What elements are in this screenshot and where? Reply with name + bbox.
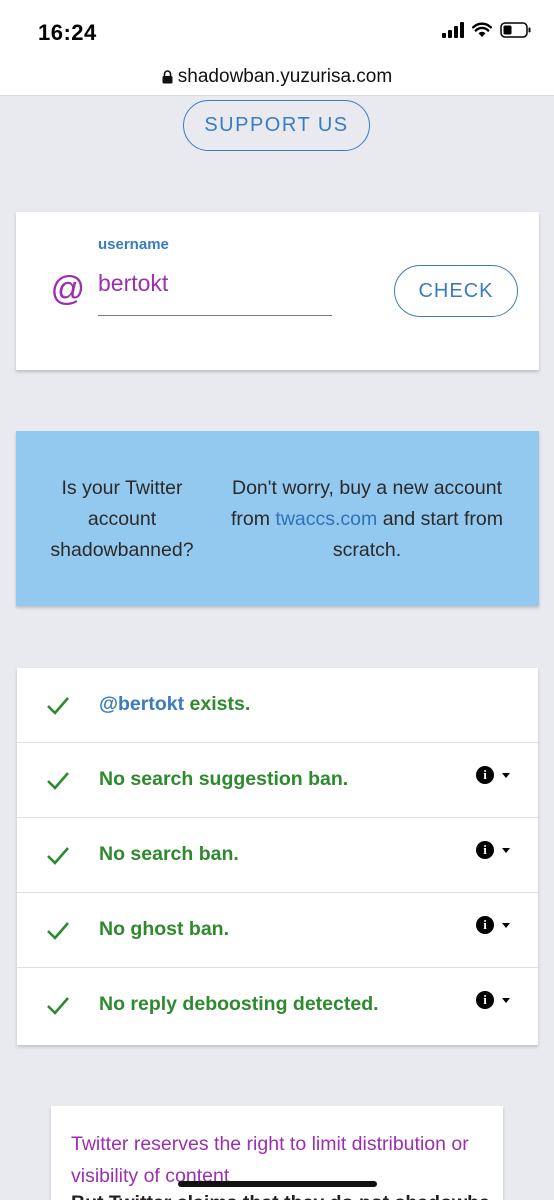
status-time: 16:24 [38, 20, 97, 45]
ad-message: Don't worry, buy a new account from twac… [212, 473, 522, 566]
check-button[interactable]: CHECK [394, 265, 518, 317]
results-list: @bertokt exists. No search suggestion ba… [17, 668, 538, 1045]
ad-question: Is your Twitter account shadowbanned? [50, 477, 194, 561]
result-text: No search suggestion ban. [99, 768, 349, 790]
result-handle: @bertokt [99, 693, 185, 715]
check-icon [47, 922, 69, 940]
check-icon [47, 997, 69, 1015]
at-icon: @ [50, 270, 85, 308]
caret-down-icon [502, 772, 510, 778]
caret-down-icon [502, 922, 510, 928]
result-row-search-suggestion[interactable]: No search suggestion ban. i [17, 743, 538, 818]
result-text: No search ban. [99, 843, 239, 865]
cellular-signal-icon [442, 22, 464, 38]
result-row-reply-deboosting[interactable]: No reply deboosting detected. i [17, 968, 538, 1043]
lock-icon [162, 69, 173, 83]
result-text: No reply deboosting detected. [99, 993, 379, 1015]
input-underline [98, 315, 332, 316]
result-row-exists: @bertokt exists. [17, 668, 538, 743]
status-icons [442, 22, 532, 38]
url-text: shadowban.yuzurisa.com [177, 65, 393, 87]
notice-subtext: But Twitter claims that they do not shad… [71, 1192, 491, 1200]
result-row-ghost-ban[interactable]: No ghost ban. i [17, 893, 538, 968]
caret-down-icon [502, 997, 510, 1003]
info-dropdown[interactable]: i [476, 916, 510, 934]
ad-banner: Is your Twitter account shadowbanned? Do… [16, 431, 539, 606]
check-icon [47, 847, 69, 865]
info-icon: i [476, 991, 494, 1009]
status-bar: 16:24 [0, 0, 554, 58]
info-dropdown[interactable]: i [476, 991, 510, 1009]
info-icon: i [476, 916, 494, 934]
home-indicator[interactable] [178, 1181, 377, 1187]
check-icon [47, 697, 69, 715]
check-icon [47, 772, 69, 790]
result-text: No ghost ban. [99, 918, 229, 940]
support-us-button[interactable]: SUPPORT US [183, 100, 370, 151]
battery-icon [500, 22, 531, 38]
info-dropdown[interactable]: i [476, 766, 510, 784]
username-input[interactable]: bertokt [98, 270, 168, 297]
search-card: @ username bertokt CHECK [16, 212, 539, 370]
info-dropdown[interactable]: i [476, 841, 510, 859]
result-row-search-ban[interactable]: No search ban. i [17, 818, 538, 893]
wifi-icon [472, 22, 492, 37]
result-text: @bertokt exists. [99, 693, 251, 715]
ad-link[interactable]: twaccs.com [275, 508, 377, 530]
info-icon: i [476, 841, 494, 859]
caret-down-icon [502, 847, 510, 853]
info-icon: i [476, 766, 494, 784]
username-label: username [98, 236, 169, 253]
address-bar[interactable]: shadowban.yuzurisa.com [0, 58, 554, 96]
